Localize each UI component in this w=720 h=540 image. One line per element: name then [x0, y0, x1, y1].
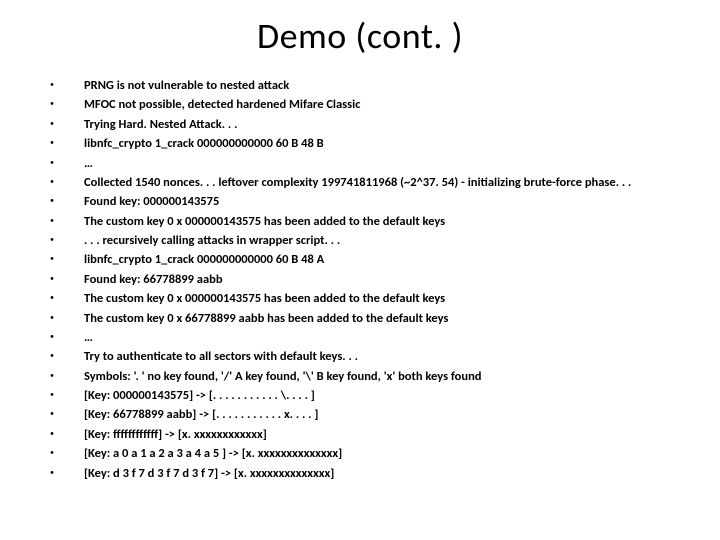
list-item: Trying Hard. Nested Attack. . . — [50, 115, 700, 134]
list-item: The custom key 0 x 000000143575 has been… — [50, 289, 700, 308]
list-item: … — [50, 328, 700, 347]
list-item: [Key: ffffffffffff] -> [x. xxxxxxxxxxxx] — [50, 425, 700, 444]
list-item: libnfc_crypto 1_crack 000000000000 60 B … — [50, 250, 700, 269]
list-item: The custom key 0 x 66778899 aabb has bee… — [50, 309, 700, 328]
list-item: [Key: 000000143575] -> [. . . . . . . . … — [50, 386, 700, 405]
list-item: The custom key 0 x 000000143575 has been… — [50, 212, 700, 231]
list-item: [Key: 66778899 aabb] -> [. . . . . . . .… — [50, 405, 700, 424]
list-item: PRNG is not vulnerable to nested attack — [50, 76, 700, 95]
list-item: Symbols: '. ' no key found, '/' A key fo… — [50, 367, 700, 386]
bullet-list: PRNG is not vulnerable to nested attack … — [20, 76, 700, 483]
list-item: Collected 1540 nonces. . . leftover comp… — [50, 173, 700, 192]
list-item: [Key: d 3 f 7 d 3 f 7 d 3 f 7] -> [x. xx… — [50, 464, 700, 483]
list-item: . . . recursively calling attacks in wra… — [50, 231, 700, 250]
list-item: [Key: a 0 a 1 a 2 a 3 a 4 a 5 ] -> [x. x… — [50, 444, 700, 463]
list-item: Found key: 000000143575 — [50, 192, 700, 211]
list-item: Found key: 66778899 aabb — [50, 270, 700, 289]
slide-title: Demo (cont. ) — [20, 14, 700, 58]
list-item: Try to authenticate to all sectors with … — [50, 347, 700, 366]
list-item: libnfc_crypto 1_crack 000000000000 60 B … — [50, 134, 700, 153]
slide: Demo (cont. ) PRNG is not vulnerable to … — [0, 0, 720, 540]
list-item: MFOC not possible, detected hardened Mif… — [50, 95, 700, 114]
list-item: … — [50, 154, 700, 173]
